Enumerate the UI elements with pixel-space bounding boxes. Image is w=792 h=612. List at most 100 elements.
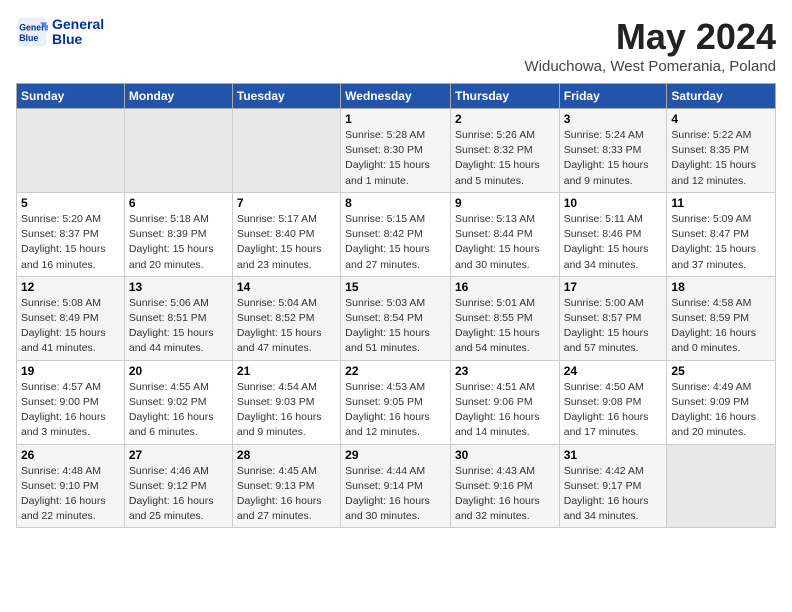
- calendar-cell: 5 Sunrise: 5:20 AM Sunset: 8:37 PM Daylig…: [17, 192, 125, 276]
- calendar-cell: 8 Sunrise: 5:15 AM Sunset: 8:42 PM Daylig…: [341, 192, 451, 276]
- calendar-cell: 2 Sunrise: 5:26 AM Sunset: 8:32 PM Daylig…: [450, 109, 559, 193]
- calendar-cell: 15 Sunrise: 5:03 AM Sunset: 8:54 PM Dayli…: [341, 276, 451, 360]
- calendar-cell: [124, 109, 232, 193]
- day-info: Sunrise: 5:17 AM Sunset: 8:40 PM Dayligh…: [237, 212, 336, 273]
- day-number: 13: [129, 280, 228, 294]
- calendar-cell: 14Sunrise: 5:04 AM Sunset: 8:52 PM Dayli…: [232, 276, 340, 360]
- title-block: May 2024 Widuchowa, West Pomerania, Pola…: [524, 16, 776, 75]
- day-number: 16: [455, 280, 555, 294]
- day-number: 2: [455, 112, 555, 126]
- calendar-cell: 19Sunrise: 4:57 AM Sunset: 9:00 PM Dayli…: [17, 360, 125, 444]
- calendar-cell: 31Sunrise: 4:42 AM Sunset: 9:17 PM Dayli…: [559, 444, 667, 528]
- day-info: Sunrise: 5:08 AM Sunset: 8:49 PM Dayligh…: [21, 296, 120, 357]
- weekday-header: Wednesday: [341, 84, 451, 109]
- calendar-cell: [232, 109, 340, 193]
- calendar-cell: 16 Sunrise: 5:01 AM Sunset: 8:55 PM Dayli…: [450, 276, 559, 360]
- page-header: General Blue General Blue May 2024 Widuc…: [16, 16, 776, 75]
- day-number: 28: [237, 448, 336, 462]
- day-number: 12: [21, 280, 120, 294]
- day-number: 31: [564, 448, 663, 462]
- day-info: Sunrise: 5:00 AM Sunset: 8:57 PM Dayligh…: [564, 296, 663, 357]
- day-info: Sunrise: 5:22 AM Sunset: 8:35 PM Dayligh…: [671, 128, 771, 189]
- day-number: 7: [237, 196, 336, 210]
- day-info: Sunrise: 4:44 AM Sunset: 9:14 PM Dayligh…: [345, 464, 446, 525]
- calendar-cell: 27 Sunrise: 4:46 AM Sunset: 9:12 PM Dayli…: [124, 444, 232, 528]
- day-info: Sunrise: 5:28 AM Sunset: 8:30 PM Dayligh…: [345, 128, 446, 189]
- day-info: Sunrise: 4:50 AM Sunset: 9:08 PM Dayligh…: [564, 380, 663, 441]
- day-number: 19: [21, 364, 120, 378]
- calendar-cell: 30Sunrise: 4:43 AM Sunset: 9:16 PM Dayli…: [450, 444, 559, 528]
- day-number: 8: [345, 196, 446, 210]
- day-number: 4: [671, 112, 771, 126]
- day-info: Sunrise: 5:24 AM Sunset: 8:33 PM Dayligh…: [564, 128, 663, 189]
- day-number: 26: [21, 448, 120, 462]
- day-number: 11: [671, 196, 771, 210]
- day-info: Sunrise: 5:20 AM Sunset: 8:37 PM Dayligh…: [21, 212, 120, 273]
- day-number: 5: [21, 196, 120, 210]
- calendar-week-row: 5 Sunrise: 5:20 AM Sunset: 8:37 PM Daylig…: [17, 192, 776, 276]
- day-number: 27: [129, 448, 228, 462]
- calendar-cell: 25 Sunrise: 4:49 AM Sunset: 9:09 PM Dayli…: [667, 360, 776, 444]
- calendar-cell: 1 Sunrise: 5:28 AM Sunset: 8:30 PM Daylig…: [341, 109, 451, 193]
- day-info: Sunrise: 4:55 AM Sunset: 9:02 PM Dayligh…: [129, 380, 228, 441]
- calendar-cell: 9 Sunrise: 5:13 AM Sunset: 8:44 PM Daylig…: [450, 192, 559, 276]
- calendar-cell: 6 Sunrise: 5:18 AM Sunset: 8:39 PM Daylig…: [124, 192, 232, 276]
- logo-icon: General Blue: [16, 16, 48, 48]
- weekday-header: Friday: [559, 84, 667, 109]
- day-number: 15: [345, 280, 446, 294]
- svg-text:Blue: Blue: [19, 33, 38, 43]
- calendar-cell: 11 Sunrise: 5:09 AM Sunset: 8:47 PM Dayli…: [667, 192, 776, 276]
- day-number: 24: [564, 364, 663, 378]
- calendar-cell: 21Sunrise: 4:54 AM Sunset: 9:03 PM Dayli…: [232, 360, 340, 444]
- day-number: 3: [564, 112, 663, 126]
- day-info: Sunrise: 5:09 AM Sunset: 8:47 PM Dayligh…: [671, 212, 771, 273]
- calendar-title: May 2024: [524, 16, 776, 58]
- day-info: Sunrise: 5:15 AM Sunset: 8:42 PM Dayligh…: [345, 212, 446, 273]
- calendar-week-row: 26Sunrise: 4:48 AM Sunset: 9:10 PM Dayli…: [17, 444, 776, 528]
- weekday-header: Tuesday: [232, 84, 340, 109]
- day-info: Sunrise: 4:53 AM Sunset: 9:05 PM Dayligh…: [345, 380, 446, 441]
- calendar-week-row: 12 Sunrise: 5:08 AM Sunset: 8:49 PM Dayli…: [17, 276, 776, 360]
- day-info: Sunrise: 4:46 AM Sunset: 9:12 PM Dayligh…: [129, 464, 228, 525]
- weekday-header: Sunday: [17, 84, 125, 109]
- day-info: Sunrise: 4:49 AM Sunset: 9:09 PM Dayligh…: [671, 380, 771, 441]
- day-info: Sunrise: 5:26 AM Sunset: 8:32 PM Dayligh…: [455, 128, 555, 189]
- calendar-cell: 7 Sunrise: 5:17 AM Sunset: 8:40 PM Daylig…: [232, 192, 340, 276]
- calendar-cell: 3 Sunrise: 5:24 AM Sunset: 8:33 PM Daylig…: [559, 109, 667, 193]
- calendar-cell: 26Sunrise: 4:48 AM Sunset: 9:10 PM Dayli…: [17, 444, 125, 528]
- calendar-week-row: 1 Sunrise: 5:28 AM Sunset: 8:30 PM Daylig…: [17, 109, 776, 193]
- day-info: Sunrise: 4:43 AM Sunset: 9:16 PM Dayligh…: [455, 464, 555, 525]
- day-number: 20: [129, 364, 228, 378]
- day-number: 17: [564, 280, 663, 294]
- day-number: 10: [564, 196, 663, 210]
- calendar-subtitle: Widuchowa, West Pomerania, Poland: [524, 58, 776, 75]
- day-number: 14: [237, 280, 336, 294]
- calendar-cell: 29Sunrise: 4:44 AM Sunset: 9:14 PM Dayli…: [341, 444, 451, 528]
- day-info: Sunrise: 5:13 AM Sunset: 8:44 PM Dayligh…: [455, 212, 555, 273]
- calendar-week-row: 19Sunrise: 4:57 AM Sunset: 9:00 PM Dayli…: [17, 360, 776, 444]
- day-info: Sunrise: 5:03 AM Sunset: 8:54 PM Dayligh…: [345, 296, 446, 357]
- calendar-cell: 24 Sunrise: 4:50 AM Sunset: 9:08 PM Dayli…: [559, 360, 667, 444]
- logo-line1: General: [52, 17, 104, 32]
- calendar-cell: 12 Sunrise: 5:08 AM Sunset: 8:49 PM Dayli…: [17, 276, 125, 360]
- weekday-header: Thursday: [450, 84, 559, 109]
- calendar-table: SundayMondayTuesdayWednesdayThursdayFrid…: [16, 83, 776, 528]
- day-info: Sunrise: 5:18 AM Sunset: 8:39 PM Dayligh…: [129, 212, 228, 273]
- day-number: 18: [671, 280, 771, 294]
- day-info: Sunrise: 5:01 AM Sunset: 8:55 PM Dayligh…: [455, 296, 555, 357]
- calendar-cell: 17 Sunrise: 5:00 AM Sunset: 8:57 PM Dayli…: [559, 276, 667, 360]
- weekday-header: Monday: [124, 84, 232, 109]
- day-info: Sunrise: 5:06 AM Sunset: 8:51 PM Dayligh…: [129, 296, 228, 357]
- day-number: 6: [129, 196, 228, 210]
- weekday-header-row: SundayMondayTuesdayWednesdayThursdayFrid…: [17, 84, 776, 109]
- calendar-cell: 4 Sunrise: 5:22 AM Sunset: 8:35 PM Daylig…: [667, 109, 776, 193]
- calendar-cell: [667, 444, 776, 528]
- day-info: Sunrise: 5:11 AM Sunset: 8:46 PM Dayligh…: [564, 212, 663, 273]
- calendar-cell: 20 Sunrise: 4:55 AM Sunset: 9:02 PM Dayli…: [124, 360, 232, 444]
- day-number: 9: [455, 196, 555, 210]
- calendar-cell: 22Sunrise: 4:53 AM Sunset: 9:05 PM Dayli…: [341, 360, 451, 444]
- day-number: 1: [345, 112, 446, 126]
- day-number: 23: [455, 364, 555, 378]
- calendar-cell: [17, 109, 125, 193]
- day-number: 25: [671, 364, 771, 378]
